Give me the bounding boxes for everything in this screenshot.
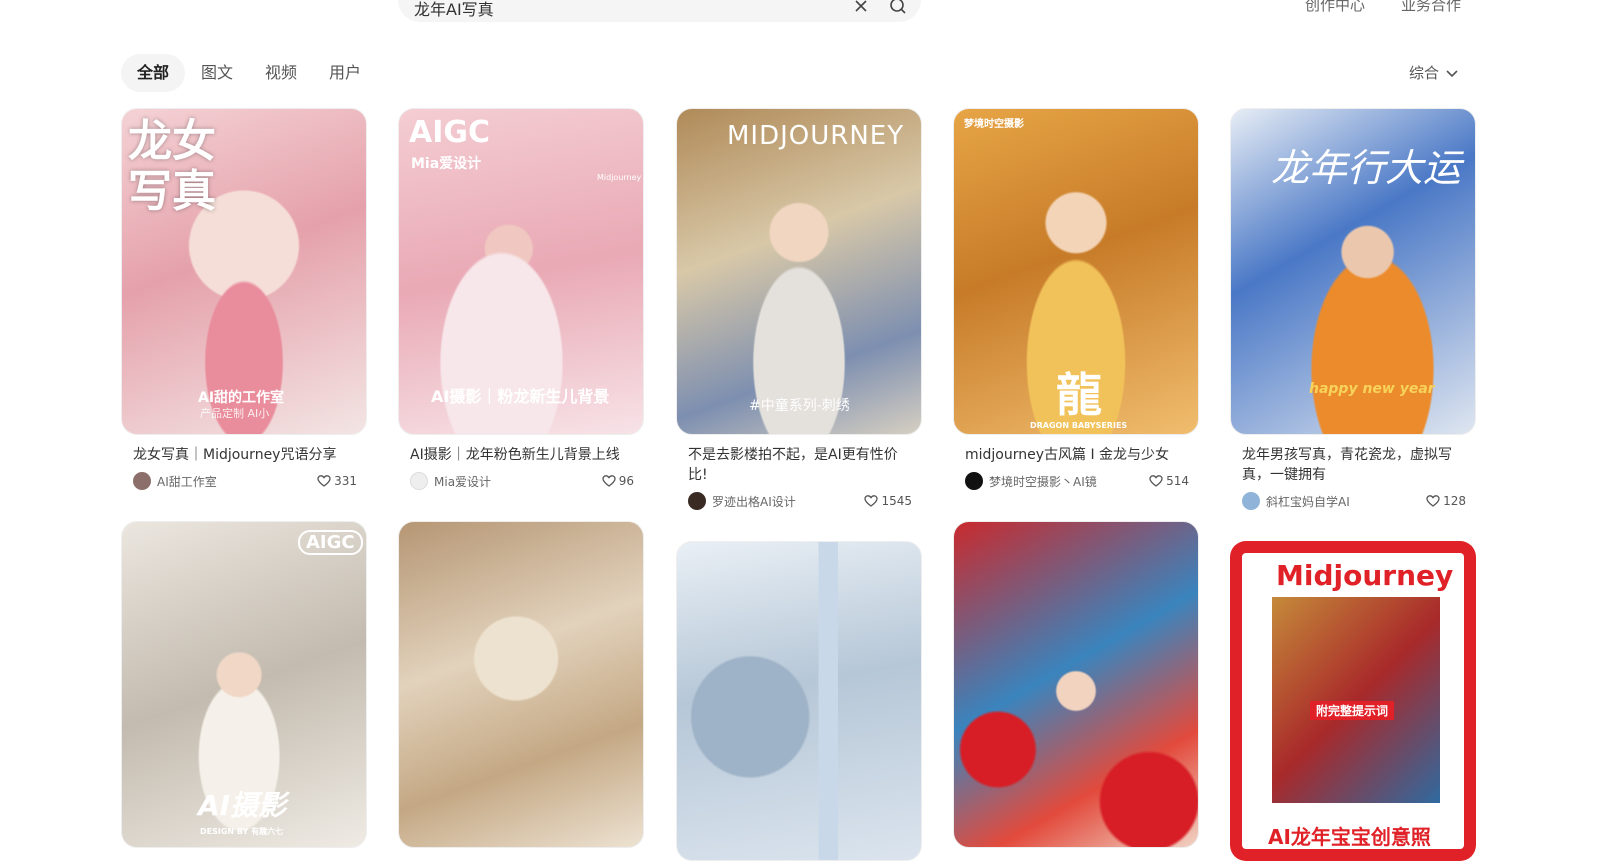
sort-label: 综合 bbox=[1409, 64, 1440, 82]
cover-caption: DESIGN BY 有趣六七 bbox=[200, 827, 284, 836]
tab-video[interactable]: 视频 bbox=[249, 54, 313, 92]
like-button[interactable]: 331 bbox=[317, 474, 357, 488]
cover-title: AI摄影 bbox=[198, 789, 287, 822]
card-cover[interactable]: MIDJOURNEY #中童系列-刺绣 bbox=[676, 108, 922, 435]
author-name[interactable]: 梦境时空摄影丶AI镜 bbox=[989, 473, 1149, 490]
cover-caption: happy new year bbox=[1309, 381, 1435, 397]
cover-title: MIDJOURNEY bbox=[727, 121, 905, 151]
tab-all[interactable]: 全部 bbox=[121, 54, 186, 92]
note-card[interactable]: AIGC AI摄影 DESIGN BY 有趣六七 bbox=[121, 521, 367, 848]
like-button[interactable]: 1545 bbox=[864, 494, 912, 508]
cover-caption: AI龙年宝宝创意照 bbox=[1268, 825, 1431, 849]
close-icon[interactable] bbox=[853, 0, 869, 14]
heart-icon bbox=[317, 475, 331, 487]
avatar[interactable] bbox=[410, 472, 428, 490]
card-title[interactable]: 龙女写真｜Midjourney咒语分享 bbox=[133, 445, 357, 465]
business-link[interactable]: 业务合作 bbox=[1401, 0, 1461, 15]
cover-caption: DRAGON BABYSERIES bbox=[1030, 421, 1128, 430]
note-card[interactable]: 龙年行大运 happy new year 龙年男孩写真，青花瓷龙，虚拟写真，一键… bbox=[1230, 108, 1476, 511]
cover-caption: AI甜的工作室 bbox=[198, 390, 285, 406]
chevron-down-icon bbox=[1446, 69, 1458, 77]
like-count: 331 bbox=[334, 474, 357, 488]
sort-dropdown[interactable]: 综合 bbox=[1409, 62, 1459, 83]
tab-notes[interactable]: 图文 bbox=[185, 54, 249, 92]
card-cover[interactable]: 梦境时空摄影 龍 DRAGON BABYSERIES bbox=[953, 108, 1199, 435]
like-count: 1545 bbox=[881, 494, 912, 508]
card-title[interactable]: 龙年男孩写真，青花瓷龙，虚拟写真，一键拥有 bbox=[1242, 445, 1466, 485]
note-card[interactable]: MIDJOURNEY #中童系列-刺绣 不是去影楼拍不起，是AI更有性价比! 罗… bbox=[676, 108, 922, 511]
avatar[interactable] bbox=[133, 472, 151, 490]
like-button[interactable]: 514 bbox=[1149, 474, 1189, 488]
cover-caption: Midjourney bbox=[597, 173, 642, 182]
cover-title: 龙女 bbox=[128, 116, 216, 167]
heart-icon bbox=[1426, 495, 1440, 507]
card-title[interactable]: midjourney古风篇 I 金龙与少女 bbox=[965, 445, 1189, 465]
card-title[interactable]: 不是去影楼拍不起，是AI更有性价比! bbox=[688, 445, 912, 485]
tab-users[interactable]: 用户 bbox=[313, 54, 377, 92]
card-cover[interactable]: AIGC AI摄影 DESIGN BY 有趣六七 bbox=[121, 521, 367, 848]
cover-title: Midjourney bbox=[1276, 559, 1454, 592]
note-card[interactable] bbox=[953, 521, 1199, 848]
card-meta: 斜杠宝妈自学AI 128 bbox=[1242, 491, 1466, 511]
avatar[interactable] bbox=[1242, 492, 1260, 510]
like-count: 514 bbox=[1166, 474, 1189, 488]
cover-title: 龙年行大运 bbox=[1271, 146, 1462, 190]
note-card[interactable] bbox=[676, 541, 922, 861]
cover-title: 写真 bbox=[128, 166, 216, 217]
note-card[interactable]: AIGC Mia爱设计 Midjourney AI摄影｜粉龙新生儿背景 AI摄影… bbox=[398, 108, 644, 491]
author-name[interactable]: Mia爱设计 bbox=[434, 473, 602, 490]
filter-tabs: 全部 图文 视频 用户 bbox=[121, 54, 377, 92]
card-meta: 梦境时空摄影丶AI镜 514 bbox=[965, 471, 1189, 491]
card-cover[interactable]: 龙女 写真 AI甜的工作室 产品定制 AI小 bbox=[121, 108, 367, 435]
card-title[interactable]: AI摄影｜龙年粉色新生儿背景上线 bbox=[410, 445, 634, 465]
like-button[interactable]: 128 bbox=[1426, 494, 1466, 508]
avatar[interactable] bbox=[688, 492, 706, 510]
card-cover[interactable] bbox=[398, 521, 644, 848]
note-card[interactable]: 梦境时空摄影 龍 DRAGON BABYSERIES midjourney古风篇… bbox=[953, 108, 1199, 491]
cover-caption: 产品定制 AI小 bbox=[200, 407, 270, 420]
card-cover[interactable]: 龙年行大运 happy new year bbox=[1230, 108, 1476, 435]
card-cover[interactable] bbox=[953, 521, 1199, 848]
heart-icon bbox=[602, 475, 616, 487]
search-icon[interactable] bbox=[889, 0, 907, 15]
search-input[interactable]: 龙年AI写真 bbox=[414, 0, 494, 20]
cover-caption: 梦境时空摄影 bbox=[964, 119, 1024, 130]
note-card[interactable]: 龙女 写真 AI甜的工作室 产品定制 AI小 龙女写真｜Midjourney咒语… bbox=[121, 108, 367, 491]
card-cover[interactable]: AIGC Mia爱设计 Midjourney AI摄影｜粉龙新生儿背景 bbox=[398, 108, 644, 435]
avatar[interactable] bbox=[965, 472, 983, 490]
like-count: 128 bbox=[1443, 494, 1466, 508]
card-meta: AI甜工作室 331 bbox=[133, 471, 357, 491]
author-name[interactable]: 斜杠宝妈自学AI bbox=[1266, 493, 1426, 510]
author-name[interactable]: AI甜工作室 bbox=[157, 473, 317, 490]
heart-icon bbox=[1149, 475, 1163, 487]
like-button[interactable]: 96 bbox=[602, 474, 634, 488]
card-meta: 罗迹出格AI设计 1545 bbox=[688, 491, 912, 511]
author-name[interactable]: 罗迹出格AI设计 bbox=[712, 493, 864, 510]
heart-icon bbox=[864, 495, 879, 507]
card-cover[interactable] bbox=[676, 541, 922, 861]
note-card[interactable]: Midjourney 附完整提示词 AI龙年宝宝创意照 bbox=[1230, 541, 1476, 861]
cover-title: AIGC bbox=[409, 115, 491, 150]
like-count: 96 bbox=[618, 474, 634, 488]
creator-center-link[interactable]: 创作中心 bbox=[1305, 0, 1365, 15]
note-card[interactable] bbox=[398, 521, 644, 848]
card-meta: Mia爱设计 96 bbox=[410, 471, 634, 491]
cover-caption: AI摄影｜粉龙新生儿背景 bbox=[431, 387, 610, 406]
cover-caption: Mia爱设计 bbox=[411, 156, 482, 172]
cover-title: 龍 bbox=[1056, 368, 1102, 422]
top-links: 创作中心 业务合作 bbox=[1305, 0, 1461, 15]
cover-badge: AIGC bbox=[298, 530, 363, 555]
cover-caption: #中童系列-刺绣 bbox=[749, 398, 850, 414]
search-box[interactable]: 龙年AI写真 bbox=[398, 0, 921, 22]
card-cover[interactable]: Midjourney 附完整提示词 AI龙年宝宝创意照 bbox=[1230, 541, 1476, 861]
cover-caption: 附完整提示词 bbox=[1310, 701, 1395, 720]
